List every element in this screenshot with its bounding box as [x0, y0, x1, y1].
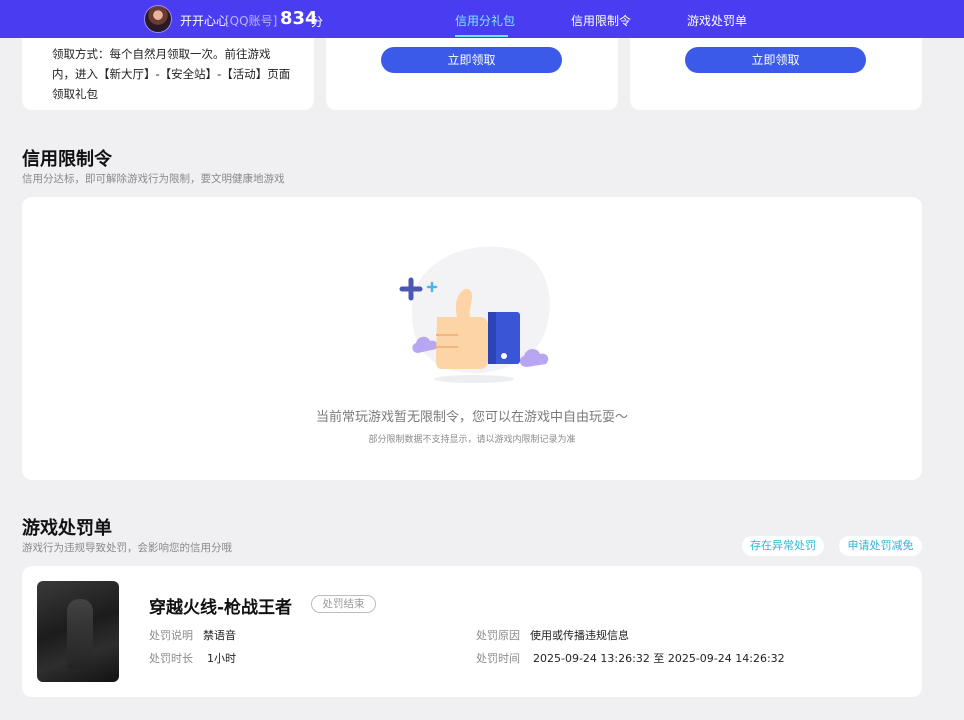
penalty-reason-value: 使用或传播违规信息 — [530, 629, 629, 642]
game-thumbnail — [37, 581, 119, 682]
restriction-card: 当前常玩游戏暂无限制令，您可以在游戏中自由玩耍～ 部分限制数据不支持显示，请以游… — [22, 197, 922, 480]
penalty-duration-value: 1小时 — [207, 652, 236, 665]
empty-restriction-message: 当前常玩游戏暂无限制令，您可以在游戏中自由玩耍～ — [315, 410, 628, 425]
restriction-section-subtitle: 信用分达标，即可解除游戏行为限制，要文明健康地游戏 — [22, 173, 285, 185]
penalty-time-label: 处罚时间 — [476, 652, 520, 665]
penalty-section-subtitle: 游戏行为违规导致处罚，会影响您的信用分哦 — [22, 542, 232, 554]
claim-button-2[interactable]: 立即领取 — [685, 47, 866, 73]
restriction-section-title: 信用限制令 — [22, 149, 112, 170]
penalty-section-title: 游戏处罚单 — [22, 518, 112, 539]
penalty-time-value: 2025-09-24 13:26:32 至 2025-09-24 14:26:3… — [533, 652, 785, 665]
abnormal-penalty-button[interactable]: 存在异常处罚 — [742, 536, 824, 556]
empty-restriction-note: 部分限制数据不支持显示，请以游戏内限制记录为准 — [368, 435, 576, 445]
avatar[interactable] — [144, 5, 172, 33]
active-tab-indicator — [455, 35, 508, 37]
apply-penalty-reduction-button[interactable]: 申请处罚减免 — [839, 536, 922, 556]
game-name: 穿越火线-枪战王者 — [149, 598, 293, 618]
tab-credit-gift[interactable]: 信用分礼包 — [455, 12, 515, 29]
thumbs-up-illustration — [399, 246, 550, 383]
penalty-description-value: 禁语音 — [203, 629, 236, 642]
score-unit: 分 — [311, 15, 324, 29]
penalty-reason-label: 处罚原因 — [476, 629, 520, 642]
status-badge: 处罚结束 — [311, 595, 376, 613]
penalty-description-label: 处罚说明 — [149, 629, 193, 642]
tab-game-penalty[interactable]: 游戏处罚单 — [687, 12, 747, 29]
penalty-duration-label: 处罚时长 — [149, 652, 193, 665]
tab-credit-restriction[interactable]: 信用限制令 — [571, 12, 631, 29]
top-bar: 开开心心 [QQ账号] 834 分 信用分礼包 信用限制令 游戏处罚单 — [0, 0, 964, 38]
claim-button-1[interactable]: 立即领取 — [381, 47, 562, 73]
claim-method-text: 领取方式：每个自然月领取一次。前往游戏内，进入【新大厅】-【安全站】-【活动】页… — [52, 47, 291, 101]
account-type-label: [QQ账号] — [225, 14, 278, 28]
username: 开开心心 — [180, 14, 229, 28]
